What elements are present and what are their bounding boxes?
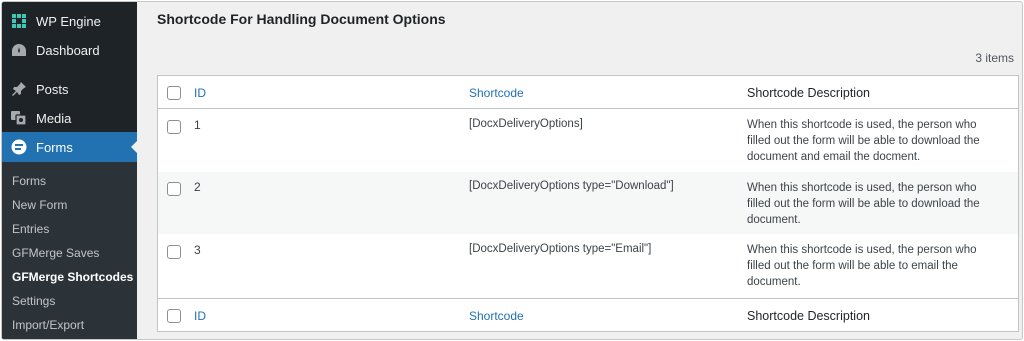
table-row: 3 [DocxDeliveryOptions type="Email"] Whe… (158, 234, 1018, 298)
sidebar-item-label: Posts (36, 81, 69, 97)
row-checkbox[interactable] (167, 120, 181, 134)
wp-engine-icon (11, 13, 27, 29)
row-id: 1 (194, 118, 201, 132)
sidebar-item-forms[interactable]: Forms (2, 132, 138, 162)
table-footer-row: ID Shortcode Shortcode Description (158, 298, 1018, 331)
main-content: Shortcode For Handling Document Options … (137, 2, 1022, 339)
page-title: Shortcode For Handling Document Options (157, 11, 446, 27)
column-header-shortcode[interactable]: Shortcode (469, 86, 524, 100)
submenu-item-gfmerge-saves[interactable]: GFMerge Saves (12, 246, 99, 260)
wp-admin-window: WP Engine Dashboard Posts Media Forms Fo… (1, 1, 1023, 340)
row-shortcode: [DocxDeliveryOptions] (469, 118, 583, 130)
row-shortcode: [DocxDeliveryOptions type="Email"] (469, 243, 652, 255)
dashboard-icon (11, 42, 27, 58)
column-footer-id[interactable]: ID (194, 309, 206, 323)
submenu-item-new-form[interactable]: New Form (12, 198, 67, 212)
submenu-item-gfmerge-shortcodes[interactable]: GFMerge Shortcodes (12, 270, 133, 284)
column-footer-shortcode[interactable]: Shortcode (469, 309, 524, 323)
select-all-checkbox-footer[interactable] (167, 309, 181, 323)
row-checkbox[interactable] (167, 182, 181, 196)
column-footer-description: Shortcode Description (747, 309, 870, 323)
submenu-item-settings[interactable]: Settings (12, 294, 55, 308)
select-all-checkbox[interactable] (167, 86, 181, 100)
sidebar-item-wp-engine[interactable]: WP Engine (2, 6, 137, 36)
admin-sidebar: WP Engine Dashboard Posts Media Forms Fo… (2, 2, 138, 339)
row-checkbox[interactable] (167, 245, 181, 259)
row-shortcode: [DocxDeliveryOptions type="Download"] (469, 180, 674, 192)
sidebar-item-label: Forms (36, 139, 73, 155)
submenu-item-entries[interactable]: Entries (12, 222, 49, 236)
row-description: When this shortcode is used, the person … (747, 182, 980, 226)
submenu-item-import-export[interactable]: Import/Export (12, 318, 84, 332)
row-description: When this shortcode is used, the person … (747, 244, 977, 288)
submenu-item-forms[interactable]: Forms (12, 174, 46, 188)
sidebar-item-label: WP Engine (36, 13, 101, 29)
sidebar-item-dashboard[interactable]: Dashboard (2, 35, 137, 65)
forms-icon (11, 139, 27, 155)
table-row: 2 [DocxDeliveryOptions type="Download"] … (158, 172, 1018, 234)
sidebar-item-label: Dashboard (36, 42, 100, 58)
shortcodes-table: ID Shortcode Shortcode Description 1 [Do… (157, 75, 1019, 332)
items-count: 3 items (975, 51, 1014, 65)
row-id: 2 (194, 180, 201, 194)
sidebar-item-media[interactable]: Media (2, 103, 137, 133)
pin-icon (11, 81, 27, 97)
table-row: 1 [DocxDeliveryOptions] When this shortc… (158, 109, 1018, 172)
forms-submenu: Forms New Form Entries GFMerge Saves GFM… (2, 162, 137, 339)
column-header-description: Shortcode Description (747, 86, 870, 100)
media-icon (11, 110, 27, 126)
row-id: 3 (194, 243, 201, 257)
table-header-row: ID Shortcode Shortcode Description (158, 76, 1018, 109)
sidebar-item-posts[interactable]: Posts (2, 74, 137, 104)
row-description: When this shortcode is used, the person … (747, 119, 980, 163)
column-header-id[interactable]: ID (194, 86, 206, 100)
sidebar-item-label: Media (36, 110, 72, 126)
